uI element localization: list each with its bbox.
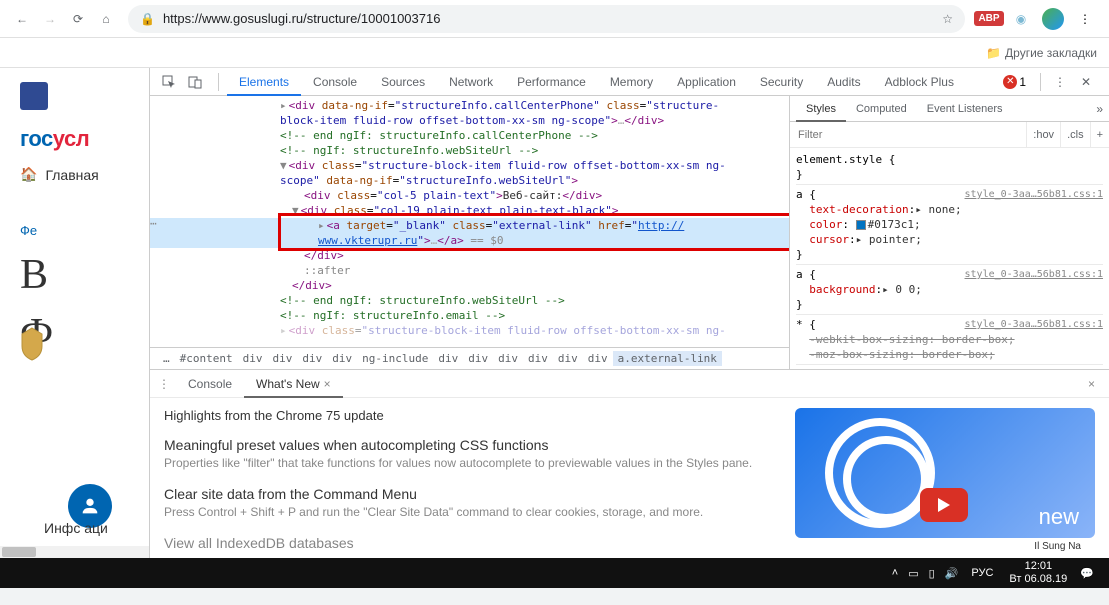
style-rule[interactable]: style_0-3aa…56b81.css:1 * { -webkit-box-… <box>796 315 1103 365</box>
crumb[interactable]: div <box>327 351 357 366</box>
profile-avatar[interactable] <box>1041 7 1065 31</box>
style-rule[interactable]: style_0-3aa…56b81.css:1 a { background:▸… <box>796 265 1103 315</box>
crumb-selected[interactable]: a.external-link <box>613 351 722 366</box>
breadcrumb-link[interactable]: Фе <box>20 223 149 238</box>
breadcrumb-bar: … #content div div div div ng-include di… <box>150 347 789 369</box>
cls-toggle[interactable]: .cls <box>1060 122 1090 148</box>
new-style-button[interactable]: + <box>1090 122 1109 148</box>
crumb[interactable]: div <box>238 351 268 366</box>
language-indicator[interactable]: РУС <box>971 567 993 579</box>
style-rule[interactable]: element.style { } <box>796 150 1103 185</box>
tab-close-icon[interactable]: × <box>324 377 331 391</box>
menu-button[interactable]: ⋮ <box>1073 7 1097 31</box>
crumb[interactable]: ng-include <box>357 351 433 366</box>
feature-desc: Press Control + Shift + P and run the "C… <box>164 504 779 521</box>
crumb[interactable]: div <box>267 351 297 366</box>
styles-filter-input[interactable] <box>790 129 1026 141</box>
star-icon[interactable]: ☆ <box>942 12 953 26</box>
crumb[interactable]: div <box>523 351 553 366</box>
tab-sources[interactable]: Sources <box>369 68 437 96</box>
devtools-toolbar: Elements Console Sources Network Perform… <box>150 68 1109 96</box>
style-rule[interactable]: style_0-3aa…56b81.css:1 a { text-decorat… <box>796 185 1103 265</box>
lock-icon: 🔒 <box>140 12 155 26</box>
devtools-close-button[interactable]: ✕ <box>1075 71 1097 93</box>
page-heading: В <box>20 246 149 305</box>
site-logo[interactable]: госусл <box>20 126 149 152</box>
feature-title: View all IndexedDB databases <box>164 535 779 551</box>
tab-performance[interactable]: Performance <box>505 68 598 96</box>
page-content: госусл 🏠 Главная Фе В Ф Инфс аци <box>0 68 150 558</box>
crumb[interactable]: #content <box>175 351 238 366</box>
clock[interactable]: 12:01 Вт 06.08.19 <box>1009 560 1067 586</box>
feature-title: Meaningful preset values when autocomple… <box>164 437 779 453</box>
volume-icon[interactable]: 🔊 <box>945 567 959 580</box>
tab-audits[interactable]: Audits <box>815 68 872 96</box>
crumb[interactable]: div <box>583 351 613 366</box>
tab-adblock[interactable]: Adblock Plus <box>873 68 966 96</box>
windows-taskbar: ˄ ▭ ▯ 🔊 РУС 12:01 Вт 06.08.19 💬 <box>0 558 1109 588</box>
devtools-panel: Elements Console Sources Network Perform… <box>150 68 1109 558</box>
drawer-close-button[interactable]: × <box>1082 377 1101 391</box>
bookmarks-bar: 📁 Другие закладки <box>0 38 1109 68</box>
crumb[interactable]: div <box>297 351 327 366</box>
abp-extension-icon[interactable]: ABP <box>977 7 1001 31</box>
selected-dom-node[interactable]: ▸<a target="_blank" class="external-link… <box>150 218 789 233</box>
horizontal-scrollbar[interactable] <box>0 546 149 558</box>
tab-elements[interactable]: Elements <box>227 68 301 96</box>
styles-tab-computed[interactable]: Computed <box>846 96 917 122</box>
folder-icon: 📁 <box>986 46 1001 60</box>
tray-up-icon[interactable]: ˄ <box>892 567 898 579</box>
styles-tab-listeners[interactable]: Event Listeners <box>917 96 1013 122</box>
hov-toggle[interactable]: :hov <box>1026 122 1060 148</box>
error-counter[interactable]: ✕1 <box>1003 75 1026 89</box>
crumb[interactable]: div <box>553 351 583 366</box>
home-button[interactable]: ⌂ <box>92 5 120 33</box>
drawer-menu-icon[interactable]: ⋮ <box>158 377 170 391</box>
devtools-menu-button[interactable]: ⋮ <box>1049 71 1071 93</box>
coat-of-arms-icon <box>14 326 50 362</box>
crumb[interactable]: div <box>433 351 463 366</box>
other-bookmarks-folder[interactable]: 📁 Другие закладки <box>986 46 1097 60</box>
home-icon: 🏠 <box>20 166 37 183</box>
network-icon[interactable]: ▯ <box>929 567 935 580</box>
devtools-tabs: Elements Console Sources Network Perform… <box>227 68 1003 96</box>
forward-button[interactable]: → <box>36 5 64 33</box>
drawer-tab-console[interactable]: Console <box>176 370 244 398</box>
styles-panel: Styles Computed Event Listeners » :hov .… <box>789 96 1109 369</box>
device-toolbar-button[interactable] <box>184 71 206 93</box>
info-heading: Инфс аци <box>44 520 108 536</box>
inspect-element-button[interactable] <box>158 71 180 93</box>
address-bar[interactable]: 🔒 https://www.gosuslugi.ru/structure/100… <box>128 5 965 33</box>
tab-security[interactable]: Security <box>748 68 815 96</box>
promo-video-thumbnail[interactable]: new Il Sung Na <box>795 408 1095 538</box>
back-button[interactable]: ← <box>8 5 36 33</box>
crumb[interactable]: div <box>463 351 493 366</box>
devtools-drawer: ⋮ Console What's New× × Highlights from … <box>150 369 1109 558</box>
feature-desc: Properties like "filter" that take funct… <box>164 455 779 472</box>
notifications-icon[interactable]: 💬 <box>1080 567 1094 580</box>
feature-title: Clear site data from the Command Menu <box>164 486 779 502</box>
drawer-tab-whatsnew[interactable]: What's New× <box>244 370 343 398</box>
crumb[interactable]: div <box>493 351 523 366</box>
whatsnew-headline: Highlights from the Chrome 75 update <box>164 408 779 423</box>
extension-icon[interactable]: ◉ <box>1009 7 1033 31</box>
crumb[interactable]: … <box>158 351 175 366</box>
elements-tree[interactable]: ▸<div data-ng-if="structureInfo.callCent… <box>150 96 789 369</box>
bookmark-label: Другие закладки <box>1005 46 1097 60</box>
tab-application[interactable]: Application <box>665 68 748 96</box>
gov-emblem-icon <box>20 82 48 110</box>
browser-toolbar: ← → ⟳ ⌂ 🔒 https://www.gosuslugi.ru/struc… <box>0 0 1109 38</box>
play-icon <box>920 488 968 522</box>
tab-network[interactable]: Network <box>437 68 505 96</box>
styles-tab-styles[interactable]: Styles <box>796 96 846 122</box>
reload-button[interactable]: ⟳ <box>64 5 92 33</box>
tab-console[interactable]: Console <box>301 68 369 96</box>
url-text: https://www.gosuslugi.ru/structure/10001… <box>163 11 942 26</box>
more-tabs-icon[interactable]: » <box>1096 102 1103 116</box>
battery-icon[interactable]: ▭ <box>908 567 918 580</box>
tab-memory[interactable]: Memory <box>598 68 665 96</box>
home-nav-link[interactable]: 🏠 Главная <box>20 166 149 183</box>
